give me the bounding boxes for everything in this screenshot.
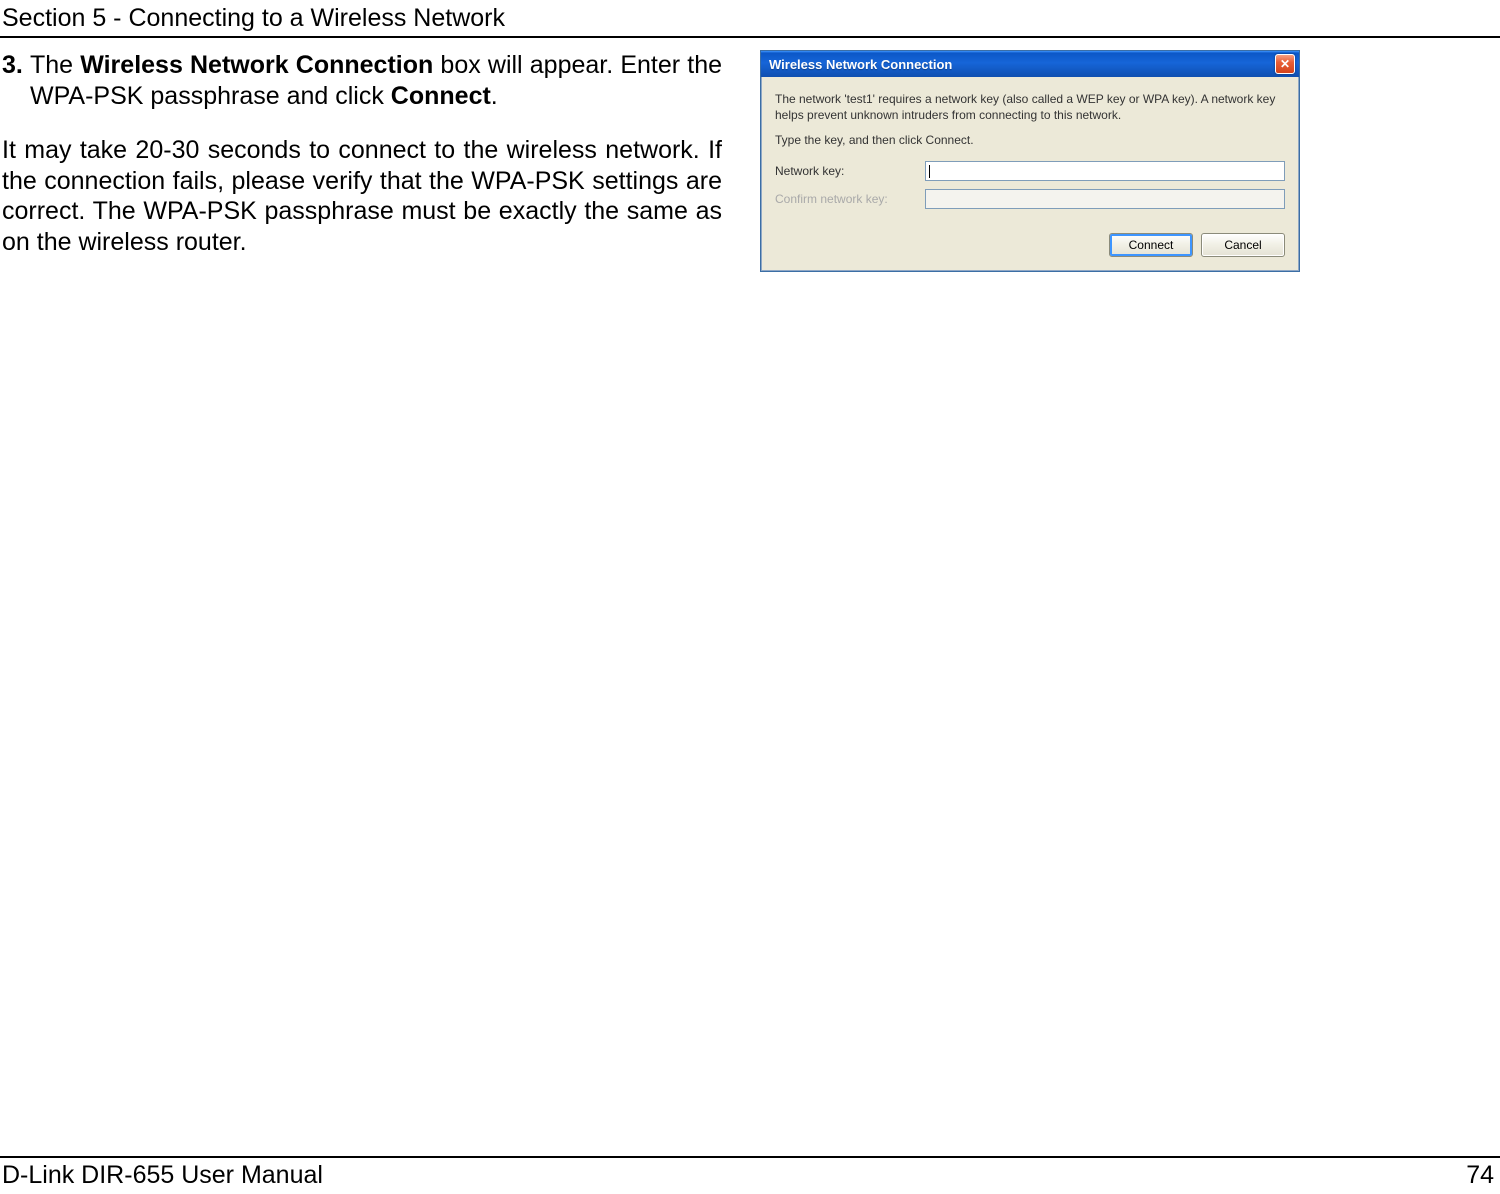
- dialog-button-row: Connect Cancel: [761, 229, 1299, 271]
- step-text-bold2: Connect: [391, 82, 491, 110]
- step-text: The Wireless Network Connection box will…: [30, 50, 722, 111]
- connect-button[interactable]: Connect: [1109, 233, 1193, 257]
- text-cursor: [929, 165, 930, 178]
- network-key-label: Network key:: [775, 164, 925, 178]
- network-key-row: Network key:: [775, 161, 1285, 181]
- footer-manual-title: D-Link DIR-655 User Manual: [2, 1161, 323, 1190]
- step-3: 3. The Wireless Network Connection box w…: [2, 50, 722, 111]
- step-text-part3: .: [491, 82, 498, 110]
- wireless-connection-dialog: Wireless Network Connection ✕ The networ…: [760, 50, 1300, 272]
- step-text-part1: The: [30, 51, 80, 79]
- close-button[interactable]: ✕: [1275, 54, 1295, 74]
- confirm-key-row: Confirm network key:: [775, 189, 1285, 209]
- dialog-body: The network 'test1' requires a network k…: [761, 77, 1299, 229]
- dialog-info-text-1: The network 'test1' requires a network k…: [775, 91, 1285, 123]
- body-column: 3. The Wireless Network Connection box w…: [2, 50, 722, 257]
- step-text-bold1: Wireless Network Connection: [80, 51, 433, 79]
- step-number: 3.: [2, 50, 30, 111]
- network-key-input[interactable]: [925, 161, 1285, 181]
- close-icon: ✕: [1280, 57, 1290, 71]
- body-paragraph: It may take 20-30 seconds to connect to …: [2, 135, 722, 257]
- dialog-title: Wireless Network Connection: [769, 57, 1275, 72]
- footer-page-number: 74: [1466, 1161, 1494, 1190]
- dialog-titlebar[interactable]: Wireless Network Connection ✕: [761, 51, 1299, 77]
- dialog-info-text-2: Type the key, and then click Connect.: [775, 133, 1285, 147]
- cancel-button[interactable]: Cancel: [1201, 233, 1285, 257]
- top-divider: [0, 36, 1500, 38]
- confirm-key-label: Confirm network key:: [775, 192, 925, 206]
- confirm-key-input: [925, 189, 1285, 209]
- section-header: Section 5 - Connecting to a Wireless Net…: [2, 4, 505, 33]
- bottom-divider: [0, 1156, 1500, 1158]
